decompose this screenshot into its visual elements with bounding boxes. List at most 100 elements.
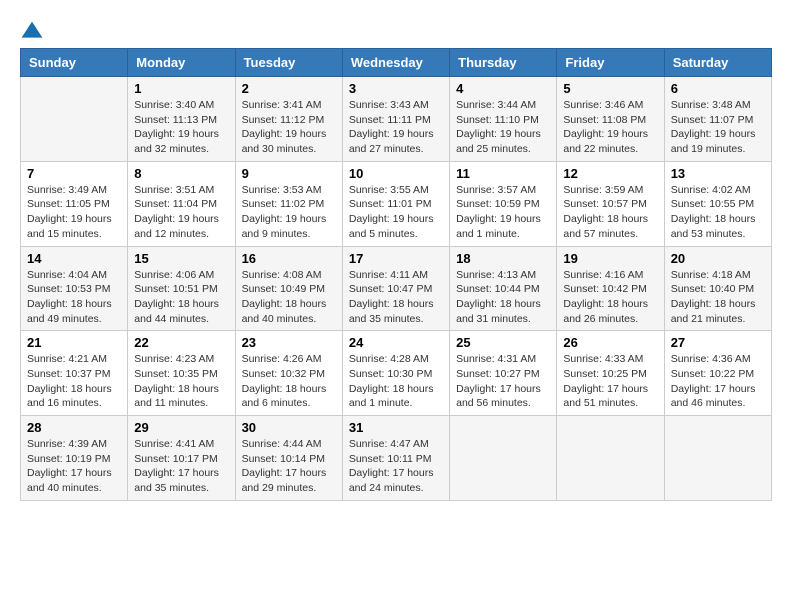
calendar-cell: 27 Sunrise: 4:36 AMSunset: 10:22 PMDaylig… [664,331,771,416]
day-info: Sunrise: 4:26 AMSunset: 10:32 PMDaylight… [242,352,336,411]
calendar-cell [557,416,664,501]
day-number: 31 [349,420,443,435]
calendar-cell: 2 Sunrise: 3:41 AMSunset: 11:12 PMDayligh… [235,77,342,162]
calendar-cell: 20Sunrise: 4:18 AMSunset: 10:40 PMDaylig… [664,246,771,331]
day-number: 3 [349,81,443,96]
day-number: 14 [27,251,121,266]
calendar-cell: 13Sunrise: 4:02 AMSunset: 10:55 PMDaylig… [664,161,771,246]
calendar-week-row: 28 Sunrise: 4:39 AMSunset: 10:19 PMDaylig… [21,416,772,501]
calendar-cell: 15 Sunrise: 4:06 AMSunset: 10:51 PMDaylig… [128,246,235,331]
day-number: 9 [242,166,336,181]
day-info: Sunrise: 3:57 AMSunset: 10:59 PMDaylight… [456,183,550,242]
day-number: 5 [563,81,657,96]
day-number: 12 [563,166,657,181]
calendar-cell: 30Sunrise: 4:44 AMSunset: 10:14 PMDaylig… [235,416,342,501]
calendar-week-row: 7 Sunrise: 3:49 AMSunset: 11:05 PMDayligh… [21,161,772,246]
day-info: Sunrise: 3:43 AMSunset: 11:11 PMDaylight… [349,98,443,157]
day-info: Sunrise: 4:08 AMSunset: 10:49 PMDaylight… [242,268,336,327]
calendar-cell: 19Sunrise: 4:16 AMSunset: 10:42 PMDaylig… [557,246,664,331]
day-info: Sunrise: 4:21 AMSunset: 10:37 PMDaylight… [27,352,121,411]
day-number: 29 [134,420,228,435]
calendar-cell: 18Sunrise: 4:13 AMSunset: 10:44 PMDaylig… [450,246,557,331]
day-number: 17 [349,251,443,266]
day-number: 15 [134,251,228,266]
calendar-week-row: 21 Sunrise: 4:21 AMSunset: 10:37 PMDaylig… [21,331,772,416]
day-info: Sunrise: 3:44 AMSunset: 11:10 PMDaylight… [456,98,550,157]
day-number: 6 [671,81,765,96]
day-info: Sunrise: 4:13 AMSunset: 10:44 PMDaylight… [456,268,550,327]
day-number: 26 [563,335,657,350]
day-number: 25 [456,335,550,350]
day-info: Sunrise: 3:49 AMSunset: 11:05 PMDaylight… [27,183,121,242]
calendar-cell: 28 Sunrise: 4:39 AMSunset: 10:19 PMDaylig… [21,416,128,501]
day-number: 19 [563,251,657,266]
logo [20,20,46,44]
day-number: 23 [242,335,336,350]
calendar-cell [450,416,557,501]
day-info: Sunrise: 4:11 AMSunset: 10:47 PMDaylight… [349,268,443,327]
calendar-week-row: 1 Sunrise: 3:40 AMSunset: 11:13 PMDayligh… [21,77,772,162]
day-info: Sunrise: 4:36 AMSunset: 10:22 PMDaylight… [671,352,765,411]
day-info: Sunrise: 3:55 AMSunset: 11:01 PMDaylight… [349,183,443,242]
calendar-day-header: Thursday [450,49,557,77]
day-number: 16 [242,251,336,266]
calendar-cell: 16 Sunrise: 4:08 AMSunset: 10:49 PMDaylig… [235,246,342,331]
calendar-day-header: Sunday [21,49,128,77]
calendar-day-header: Saturday [664,49,771,77]
day-info: Sunrise: 4:41 AMSunset: 10:17 PMDaylight… [134,437,228,496]
calendar-cell: 7 Sunrise: 3:49 AMSunset: 11:05 PMDayligh… [21,161,128,246]
day-number: 10 [349,166,443,181]
calendar-cell: 14 Sunrise: 4:04 AMSunset: 10:53 PMDaylig… [21,246,128,331]
calendar-table: SundayMondayTuesdayWednesdayThursdayFrid… [20,48,772,501]
calendar-cell: 1 Sunrise: 3:40 AMSunset: 11:13 PMDayligh… [128,77,235,162]
day-number: 24 [349,335,443,350]
day-info: Sunrise: 3:48 AMSunset: 11:07 PMDaylight… [671,98,765,157]
day-info: Sunrise: 4:28 AMSunset: 10:30 PMDaylight… [349,352,443,411]
logo-icon [20,20,44,44]
calendar-cell: 12Sunrise: 3:59 AMSunset: 10:57 PMDaylig… [557,161,664,246]
calendar-cell: 3 Sunrise: 3:43 AMSunset: 11:11 PMDayligh… [342,77,449,162]
calendar-cell: 4 Sunrise: 3:44 AMSunset: 11:10 PMDayligh… [450,77,557,162]
calendar-cell: 10 Sunrise: 3:55 AMSunset: 11:01 PMDaylig… [342,161,449,246]
day-info: Sunrise: 4:44 AMSunset: 10:14 PMDaylight… [242,437,336,496]
day-number: 1 [134,81,228,96]
calendar-cell: 11 Sunrise: 3:57 AMSunset: 10:59 PMDaylig… [450,161,557,246]
calendar-cell: 8Sunrise: 3:51 AMSunset: 11:04 PMDayligh… [128,161,235,246]
calendar-cell: 17 Sunrise: 4:11 AMSunset: 10:47 PMDaylig… [342,246,449,331]
calendar-cell [21,77,128,162]
day-number: 4 [456,81,550,96]
day-info: Sunrise: 4:23 AMSunset: 10:35 PMDaylight… [134,352,228,411]
day-info: Sunrise: 4:33 AMSunset: 10:25 PMDaylight… [563,352,657,411]
calendar-day-header: Tuesday [235,49,342,77]
day-number: 2 [242,81,336,96]
calendar-cell: 6 Sunrise: 3:48 AMSunset: 11:07 PMDayligh… [664,77,771,162]
calendar-day-header: Wednesday [342,49,449,77]
calendar-week-row: 14 Sunrise: 4:04 AMSunset: 10:53 PMDaylig… [21,246,772,331]
calendar-cell: 9 Sunrise: 3:53 AMSunset: 11:02 PMDayligh… [235,161,342,246]
day-number: 11 [456,166,550,181]
calendar-cell: 26 Sunrise: 4:33 AMSunset: 10:25 PMDaylig… [557,331,664,416]
day-number: 28 [27,420,121,435]
calendar-cell: 29 Sunrise: 4:41 AMSunset: 10:17 PMDaylig… [128,416,235,501]
calendar-day-header: Friday [557,49,664,77]
day-number: 7 [27,166,121,181]
day-info: Sunrise: 3:41 AMSunset: 11:12 PMDaylight… [242,98,336,157]
day-info: Sunrise: 3:53 AMSunset: 11:02 PMDaylight… [242,183,336,242]
calendar-cell: 22Sunrise: 4:23 AMSunset: 10:35 PMDaylig… [128,331,235,416]
day-number: 21 [27,335,121,350]
calendar-cell: 5Sunrise: 3:46 AMSunset: 11:08 PMDayligh… [557,77,664,162]
calendar-cell: 25 Sunrise: 4:31 AMSunset: 10:27 PMDaylig… [450,331,557,416]
day-info: Sunrise: 4:31 AMSunset: 10:27 PMDaylight… [456,352,550,411]
calendar-header-row: SundayMondayTuesdayWednesdayThursdayFrid… [21,49,772,77]
day-info: Sunrise: 3:40 AMSunset: 11:13 PMDaylight… [134,98,228,157]
day-info: Sunrise: 4:39 AMSunset: 10:19 PMDaylight… [27,437,121,496]
calendar-cell: 21 Sunrise: 4:21 AMSunset: 10:37 PMDaylig… [21,331,128,416]
calendar-cell: 31Sunrise: 4:47 AMSunset: 10:11 PMDaylig… [342,416,449,501]
calendar-cell: 23 Sunrise: 4:26 AMSunset: 10:32 PMDaylig… [235,331,342,416]
day-number: 27 [671,335,765,350]
page-header [20,20,772,44]
calendar-day-header: Monday [128,49,235,77]
day-number: 8 [134,166,228,181]
day-info: Sunrise: 4:04 AMSunset: 10:53 PMDaylight… [27,268,121,327]
day-info: Sunrise: 4:06 AMSunset: 10:51 PMDaylight… [134,268,228,327]
